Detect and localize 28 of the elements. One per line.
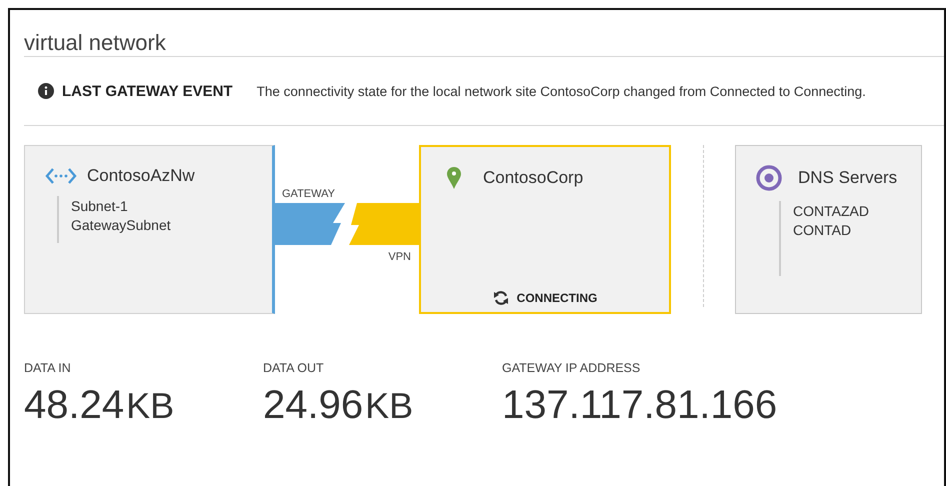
virtual-network-card[interactable]: ContosoAzNw Subnet-1 GatewaySubnet xyxy=(24,145,275,314)
gateway-label: GATEWAY xyxy=(282,188,335,200)
network-icon xyxy=(45,167,77,185)
dns-title: DNS Servers xyxy=(798,168,898,188)
page-title: virtual network xyxy=(23,29,167,56)
stat-value: 137.117.81.166 xyxy=(502,383,778,428)
network-name: ContosoAzNw xyxy=(87,166,195,186)
stat-unit: KB xyxy=(126,385,174,427)
dns-server: CONTAZAD xyxy=(793,203,870,219)
stat-value: 24.96 xyxy=(263,383,364,428)
subnet-name: Subnet-1 xyxy=(71,198,129,214)
info-icon xyxy=(38,83,54,99)
vpn-label: VPN xyxy=(388,251,411,263)
target-icon xyxy=(756,165,782,191)
connection-status: CONNECTING xyxy=(516,291,598,305)
site-name: ContosoCorp xyxy=(483,168,584,188)
stat-label: DATA OUT xyxy=(263,361,325,375)
local-site-card[interactable]: ContosoCorp CONNECTING xyxy=(419,145,671,314)
location-pin-icon xyxy=(447,167,461,189)
subnet-name: GatewaySubnet xyxy=(71,217,172,233)
dns-server: CONTAD xyxy=(793,222,852,238)
dns-servers-card[interactable]: DNS Servers CONTAZAD CONTAD xyxy=(735,145,922,314)
event-message: The connectivity state for the local network site ContosoCorp changed from Connected to Connecting. xyxy=(256,84,866,98)
stat-value: 48.24 xyxy=(24,383,124,428)
stat-unit: KB xyxy=(365,385,414,427)
stat-label: GATEWAY IP ADDRESS xyxy=(502,361,642,375)
event-label: LAST GATEWAY EVENT xyxy=(62,82,233,100)
stat-label: DATA IN xyxy=(24,361,72,375)
